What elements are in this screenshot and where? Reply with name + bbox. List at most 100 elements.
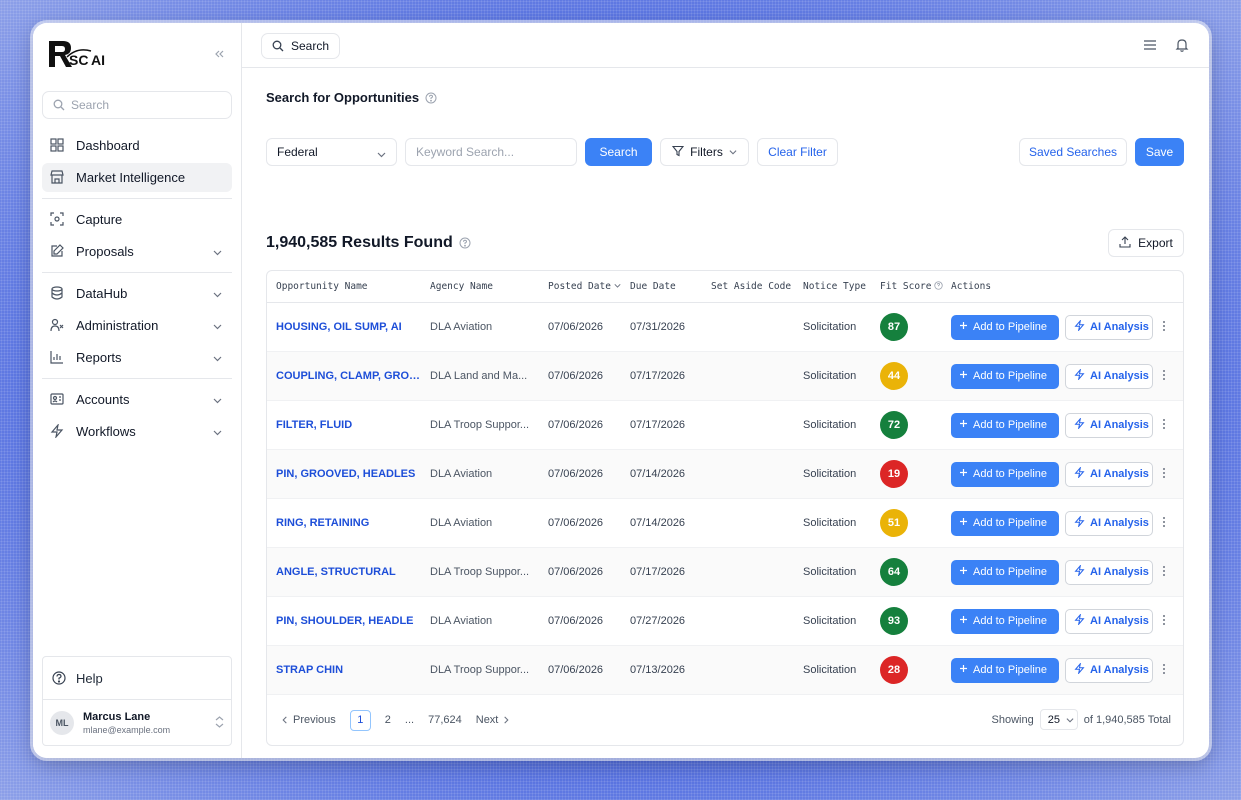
ai-analysis-button[interactable]: AI Analysis [1065, 412, 1153, 438]
add-to-pipeline-label: Add to Pipeline [973, 517, 1047, 529]
export-button[interactable]: Export [1108, 229, 1184, 257]
add-to-pipeline-button[interactable]: Add to Pipeline [951, 363, 1059, 389]
opportunity-name-link[interactable]: HOUSING, OIL SUMP, AI [267, 321, 430, 333]
col-posted-date[interactable]: Posted Date [548, 281, 630, 292]
user-menu[interactable]: ML Marcus Lane mlane@example.com [43, 700, 231, 746]
database-icon [50, 285, 66, 302]
sidebar-item-capture[interactable]: Capture [42, 205, 232, 234]
col-agency-name[interactable]: Agency Name [430, 281, 548, 292]
ai-analysis-label: AI Analysis [1090, 664, 1149, 676]
add-to-pipeline-button[interactable]: Add to Pipeline [951, 412, 1059, 438]
ai-analysis-button[interactable]: AI Analysis [1065, 559, 1153, 585]
col-due-date[interactable]: Due Date [630, 281, 711, 292]
previous-page-button[interactable]: Previous [281, 714, 336, 726]
search-button[interactable]: Search [585, 138, 652, 166]
bell-icon[interactable] [1175, 38, 1189, 55]
page-button[interactable]: 2 [385, 714, 391, 726]
info-icon[interactable] [425, 92, 437, 104]
agency-name: DLA Troop Suppor... [430, 566, 530, 578]
col-opportunity-name[interactable]: Opportunity Name [267, 281, 430, 292]
notice-type: Solicitation [803, 468, 857, 480]
global-search-label: Search [291, 39, 330, 53]
collapse-sidebar-icon[interactable] [214, 47, 224, 62]
ai-analysis-button[interactable]: AI Analysis [1065, 363, 1153, 389]
ai-analysis-button[interactable]: AI Analysis [1065, 657, 1153, 683]
per-page-select[interactable]: 25 [1039, 709, 1078, 730]
add-to-pipeline-button[interactable]: Add to Pipeline [951, 657, 1059, 683]
ai-analysis-button[interactable]: AI Analysis [1065, 314, 1153, 340]
agency-name: DLA Aviation [430, 468, 493, 480]
more-vertical-icon[interactable] [1162, 614, 1166, 629]
sidebar-item-dashboard[interactable]: Dashboard [42, 131, 232, 160]
opportunity-name-link[interactable]: RING, RETAINING [267, 517, 430, 529]
main-content: Search for Opportunities Federal Keyword… [242, 68, 1209, 758]
sidebar-item-administration[interactable]: Administration [42, 311, 232, 340]
search-icon [53, 99, 65, 111]
add-to-pipeline-button[interactable]: Add to Pipeline [951, 608, 1059, 634]
add-to-pipeline-button[interactable]: Add to Pipeline [951, 461, 1059, 487]
ai-analysis-button[interactable]: AI Analysis [1065, 510, 1153, 536]
agency-name: DLA Aviation [430, 321, 493, 333]
due-date: 07/13/2026 [630, 664, 686, 676]
saved-searches-button[interactable]: Saved Searches [1019, 138, 1127, 166]
sidebar-item-market-intelligence[interactable]: Market Intelligence [42, 163, 232, 192]
ai-analysis-button[interactable]: AI Analysis [1065, 608, 1153, 634]
due-date: 07/14/2026 [630, 517, 686, 529]
more-vertical-icon[interactable] [1162, 320, 1166, 335]
col-notice-type[interactable]: Notice Type [803, 281, 880, 292]
id-card-icon [50, 392, 66, 408]
page-title-text: Search for Opportunities [266, 90, 420, 105]
more-vertical-icon[interactable] [1162, 565, 1166, 580]
save-button[interactable]: Save [1135, 138, 1184, 166]
opportunity-name-link[interactable]: FILTER, FLUID [267, 419, 430, 431]
sidebar-item-workflows[interactable]: Workflows [42, 417, 232, 446]
scope-select[interactable]: Federal [266, 138, 397, 166]
add-to-pipeline-button[interactable]: Add to Pipeline [951, 559, 1059, 585]
results-count-text: 1,940,585 Results Found [266, 234, 453, 251]
posted-date: 07/06/2026 [548, 566, 604, 578]
add-to-pipeline-label: Add to Pipeline [973, 664, 1047, 676]
ai-analysis-button[interactable]: AI Analysis [1065, 461, 1153, 487]
page-title: Search for Opportunities [266, 90, 437, 105]
add-to-pipeline-button[interactable]: Add to Pipeline [951, 314, 1059, 340]
more-vertical-icon[interactable] [1162, 369, 1166, 384]
agency-name: DLA Land and Ma... [430, 370, 528, 382]
clear-filter-button[interactable]: Clear Filter [757, 138, 838, 166]
keyword-search-input[interactable]: Keyword Search... [405, 138, 577, 166]
ai-analysis-label: AI Analysis [1090, 566, 1149, 578]
sidebar-item-proposals[interactable]: Proposals [42, 237, 232, 266]
add-to-pipeline-button[interactable]: Add to Pipeline [951, 510, 1059, 536]
plus-icon [959, 468, 968, 480]
opportunity-name-link[interactable]: STRAP CHIN [267, 664, 430, 676]
info-icon[interactable] [459, 237, 471, 249]
page-button-last[interactable]: 77,624 [428, 714, 462, 726]
chevron-down-icon [213, 245, 222, 260]
sidebar-search-input[interactable]: Search [42, 91, 232, 119]
help-link[interactable]: Help [43, 657, 231, 700]
next-page-button[interactable]: Next [476, 714, 511, 726]
brand-logo[interactable]: SC AI [47, 39, 111, 69]
opportunity-name-link[interactable]: COUPLING, CLAMP, GROO... [267, 370, 430, 382]
agency-name: DLA Aviation [430, 615, 493, 627]
sidebar-item-label: Market Intelligence [76, 170, 186, 185]
more-vertical-icon[interactable] [1162, 516, 1166, 531]
page-button-current[interactable]: 1 [349, 709, 371, 731]
opportunity-name-link[interactable]: PIN, SHOULDER, HEADLE [267, 615, 430, 627]
opportunity-name-link[interactable]: PIN, GROOVED, HEADLES [267, 468, 430, 480]
more-vertical-icon[interactable] [1162, 467, 1166, 482]
fit-score-badge: 87 [880, 313, 908, 341]
opportunity-name-link[interactable]: ANGLE, STRUCTURAL [267, 566, 430, 578]
global-search-button[interactable]: Search [261, 33, 340, 59]
ai-analysis-label: AI Analysis [1090, 419, 1149, 431]
sort-desc-icon [614, 281, 621, 292]
menu-icon[interactable] [1143, 38, 1157, 55]
col-set-aside-code[interactable]: Set Aside Code [711, 281, 803, 292]
posted-date: 07/06/2026 [548, 419, 604, 431]
sidebar-item-reports[interactable]: Reports [42, 343, 232, 372]
filters-button[interactable]: Filters [660, 138, 749, 166]
more-vertical-icon[interactable] [1162, 663, 1166, 678]
sidebar-item-accounts[interactable]: Accounts [42, 385, 232, 414]
more-vertical-icon[interactable] [1162, 418, 1166, 433]
sidebar-item-datahub[interactable]: DataHub [42, 279, 232, 308]
col-fit-score[interactable]: Fit Score [880, 280, 951, 293]
